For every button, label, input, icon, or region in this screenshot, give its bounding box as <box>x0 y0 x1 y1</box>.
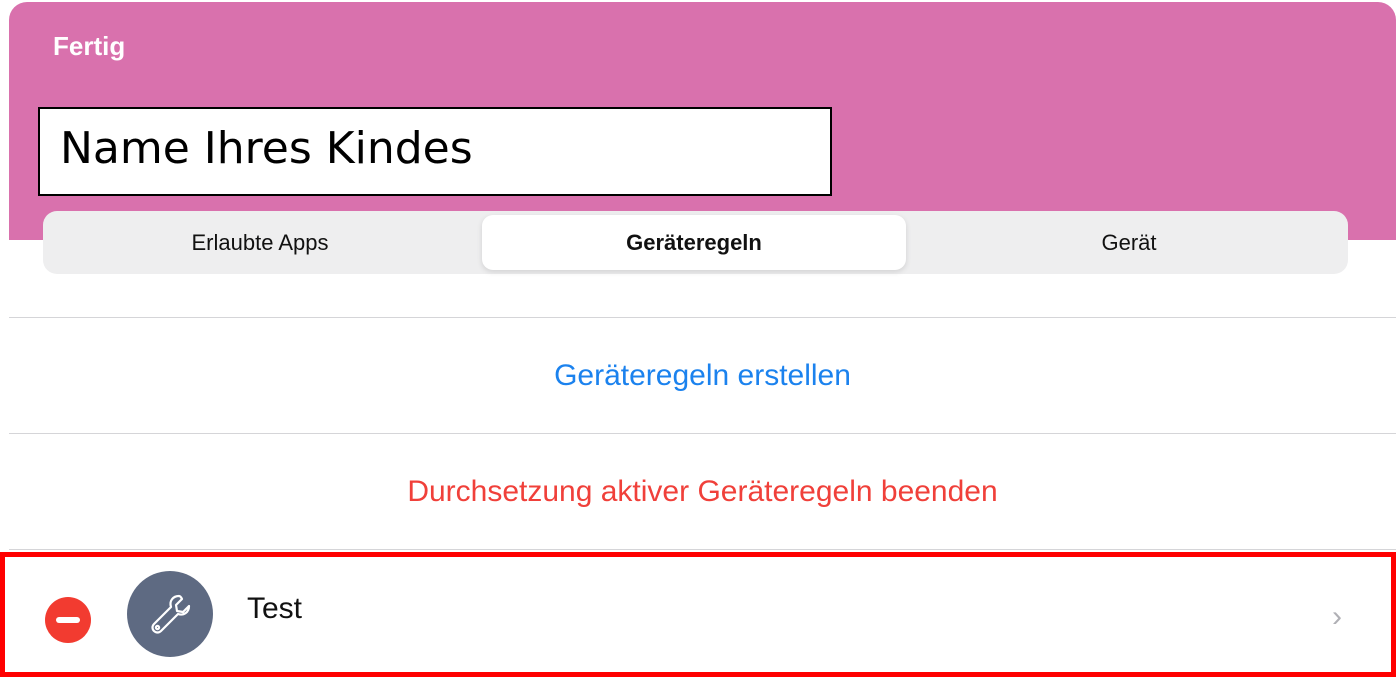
done-button[interactable]: Fertig <box>53 31 125 62</box>
divider <box>9 549 1396 550</box>
child-name-box: Name Ihres Kindes <box>38 107 832 196</box>
tab-device[interactable]: Gerät <box>915 215 1343 270</box>
delete-minus-icon[interactable] <box>45 597 91 643</box>
child-name: Name Ihres Kindes <box>60 123 473 174</box>
segmented-control: Erlaubte Apps Geräteregeln Gerät <box>43 211 1348 274</box>
tab-allowed-apps[interactable]: Erlaubte Apps <box>47 215 473 270</box>
stop-enforcement-button[interactable]: Durchsetzung aktiver Geräteregeln beende… <box>9 434 1396 549</box>
list-item-rule[interactable]: Test › <box>0 552 1396 677</box>
wrench-icon <box>127 571 213 657</box>
chevron-right-icon: › <box>1332 600 1342 633</box>
create-device-rules-button[interactable]: Geräteregeln erstellen <box>9 318 1396 433</box>
tab-device-rules[interactable]: Geräteregeln <box>482 215 906 270</box>
rule-name: Test <box>247 592 303 625</box>
